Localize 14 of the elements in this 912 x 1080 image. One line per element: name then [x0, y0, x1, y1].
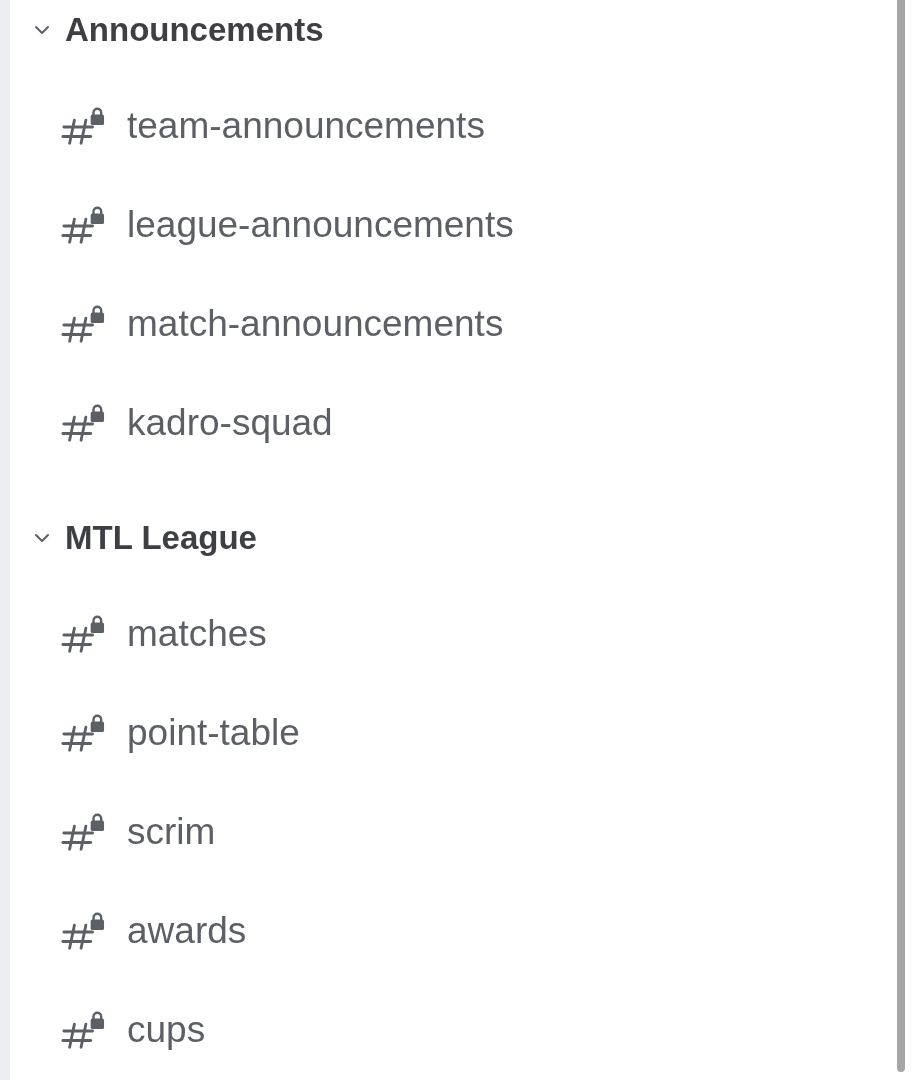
scrollbar[interactable] [897, 0, 905, 1072]
chevron-icon [34, 24, 50, 36]
channel-item[interactable]: match-announcements [10, 274, 897, 373]
channel-item[interactable]: scrim [10, 782, 897, 881]
channel-item[interactable]: awards [10, 881, 897, 980]
channel-item[interactable]: matches [10, 584, 897, 683]
chevron-icon [34, 532, 50, 544]
channel-item[interactable]: point-table [10, 683, 897, 782]
channel-item[interactable]: league-announcements [10, 175, 897, 274]
channel-item[interactable]: cups [10, 980, 897, 1079]
channel-item[interactable]: kadro-squad [10, 373, 897, 472]
category-header[interactable]: Announcements [10, 0, 897, 60]
category-header[interactable]: MTL League [10, 508, 897, 568]
channel-item[interactable]: team-announcements [10, 76, 897, 175]
